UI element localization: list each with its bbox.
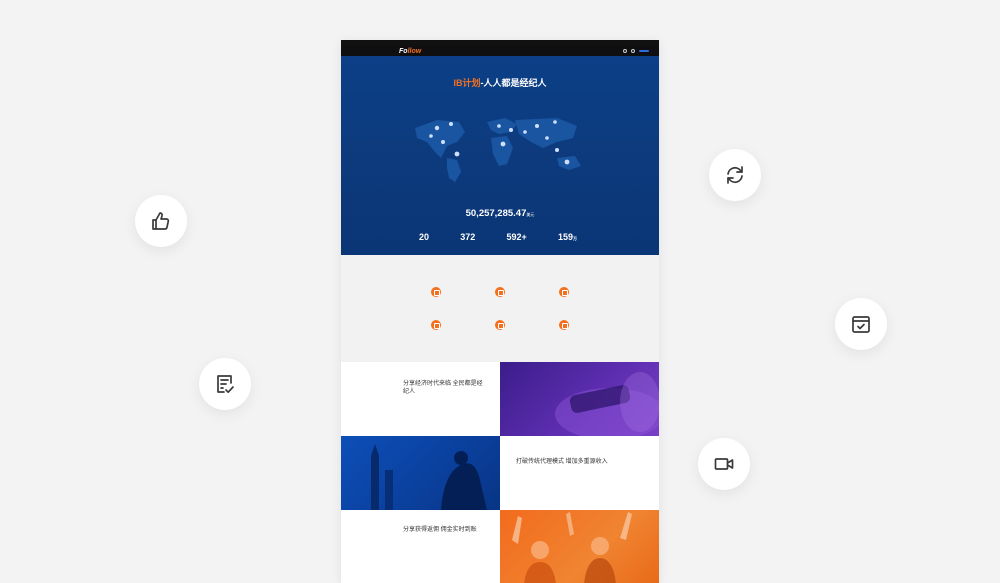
- world-map: [415, 118, 581, 182]
- thumbs-up-bubble: [135, 195, 187, 247]
- calendar-check-icon: [852, 316, 870, 333]
- stat-item: 159万: [557, 232, 577, 242]
- stat-item: 20: [419, 232, 430, 242]
- checklist-icon: [217, 375, 234, 394]
- nav-cta-button[interactable]: [639, 50, 649, 52]
- nav-right: [623, 49, 649, 53]
- reason-item: [465, 287, 535, 301]
- feature-text-block: 分享经济时代来临 全民都是经纪人: [341, 362, 500, 436]
- reason-icon: [495, 320, 505, 330]
- refresh-bubble: [709, 149, 761, 201]
- calendar-check-bubble: [835, 298, 887, 350]
- navbar: Follow: [341, 46, 659, 56]
- reason-item: [401, 287, 471, 301]
- video-camera-bubble: [698, 438, 750, 490]
- reason-item: [465, 320, 535, 334]
- checklist-bubble: [199, 358, 251, 410]
- reason-icon: [559, 320, 569, 330]
- reasons-section: [341, 255, 659, 362]
- feature-title: 分享获得返佣 佣金实时到账: [403, 527, 477, 533]
- people-photo: [500, 510, 659, 583]
- video-camera-icon: [714, 458, 734, 470]
- hero-title: IB计划-人人都是经纪人: [453, 78, 547, 88]
- reason-icon: [495, 287, 505, 297]
- search-icon[interactable]: [623, 49, 627, 53]
- feature-text-block: 打破传统代理模式 增加多重源收入: [500, 436, 659, 510]
- features-grid: 分享经济时代来临 全民都是经纪人 打破传统代理模式 增加多重源收入 分享获得返佣…: [341, 362, 659, 583]
- feature-title: 打破传统代理模式 增加多重源收入: [516, 459, 608, 465]
- reason-icon: [431, 320, 441, 330]
- website-screenshot: Follow IB计划-人人都是经纪人 50,257,285.47美元 20 3…: [341, 40, 659, 583]
- reason-item: [529, 320, 599, 334]
- user-icon[interactable]: [631, 49, 635, 53]
- city-photo: [341, 436, 500, 510]
- phone-photo: [500, 362, 659, 436]
- reason-icon: [559, 287, 569, 297]
- hero-section: IB计划-人人都是经纪人 50,257,285.47美元 20 372 592+…: [341, 56, 659, 255]
- thumbs-up-icon: [152, 212, 170, 230]
- feature-text-block: 分享获得返佣 佣金实时到账: [341, 510, 500, 583]
- reason-item: [401, 320, 471, 334]
- reason-item: [529, 287, 599, 301]
- hero-stats: 20 372 592+ 159万: [419, 232, 577, 243]
- stat-item: 592+: [506, 232, 527, 242]
- stat-item: 372: [460, 232, 476, 242]
- feature-title: 分享经济时代来临 全民都是经纪人: [403, 381, 483, 395]
- reason-icon: [431, 287, 441, 297]
- refresh-icon: [727, 166, 743, 184]
- site-logo[interactable]: Follow: [399, 48, 421, 55]
- hero-amount: 50,257,285.47美元: [465, 208, 535, 219]
